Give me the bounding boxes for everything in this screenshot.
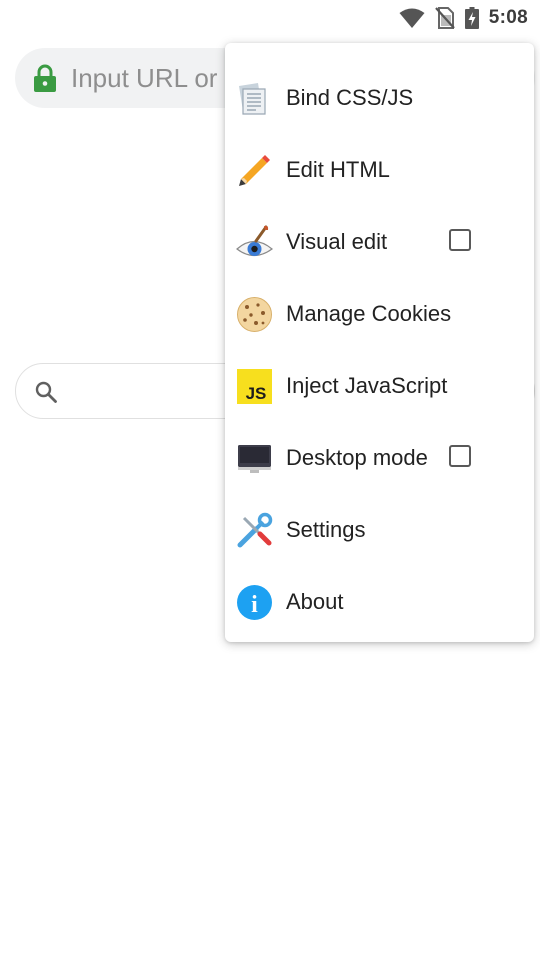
svg-text:JS: JS: [246, 384, 267, 403]
menu-item-inject-javascript[interactable]: JS Inject JavaScript: [225, 350, 534, 422]
status-time: 5:08: [488, 7, 528, 28]
menu-item-edit-html[interactable]: Edit HTML: [225, 134, 534, 206]
menu-item-label: Desktop mode: [286, 445, 428, 470]
menu-item-label: Settings: [286, 517, 366, 542]
menu-item-label: About: [286, 589, 344, 614]
menu-item-label: Edit HTML: [286, 157, 390, 182]
menu-item-label: Bind CSS/JS: [286, 85, 414, 110]
wifi-icon: [399, 8, 425, 28]
js-icon: JS: [236, 368, 273, 405]
menu-item-visual-edit[interactable]: Visual edit: [225, 206, 534, 278]
url-input[interactable]: Input URL or: [71, 48, 217, 108]
monitor-icon: [236, 440, 273, 477]
menu-item-label: Visual edit: [286, 229, 388, 254]
visual-edit-checkbox[interactable]: [449, 229, 471, 251]
menu-item-settings[interactable]: Settings: [225, 494, 534, 566]
menu-item-label: Inject JavaScript: [286, 373, 448, 398]
tools-icon: [236, 512, 273, 549]
document-icon: [236, 80, 273, 117]
menu-item-label: Manage Cookies: [286, 301, 452, 326]
menu-item-about[interactable]: i About: [225, 566, 534, 638]
battery-charging-icon: [464, 7, 479, 29]
no-sim-icon: [434, 7, 455, 29]
info-icon: i: [236, 584, 273, 621]
search-icon: [35, 381, 57, 403]
desktop-mode-checkbox[interactable]: [449, 445, 471, 467]
eye-brush-icon: [236, 224, 273, 261]
status-bar: 5:08: [0, 0, 540, 36]
menu-item-manage-cookies[interactable]: Manage Cookies: [225, 278, 534, 350]
svg-text:i: i: [251, 592, 258, 618]
status-icons: 5:08: [399, 6, 528, 30]
pencil-icon: [236, 152, 273, 189]
menu-item-bind-css-js[interactable]: Bind CSS/JS: [225, 62, 534, 134]
overflow-menu: Bind CSS/JS Edit HTML Visual edit Manage…: [225, 43, 534, 642]
menu-item-desktop-mode[interactable]: Desktop mode: [225, 422, 534, 494]
lock-icon: [34, 64, 56, 92]
cookie-icon: [236, 296, 273, 333]
